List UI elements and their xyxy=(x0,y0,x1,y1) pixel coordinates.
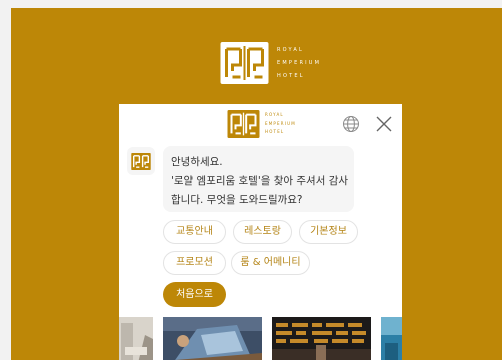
quick-reply-basic-info[interactable]: 기본정보 xyxy=(299,220,358,244)
language-button[interactable] xyxy=(342,115,360,133)
header-wordmark-line-1: ROYAL xyxy=(265,112,284,117)
hotel-logo-icon xyxy=(131,152,151,170)
quick-reply-restaurant[interactable]: 레스토랑 xyxy=(233,220,292,244)
hotel-wordmark: ROYAL EMPERIUM HOTEL xyxy=(277,44,321,82)
chatbot-widget: ROYAL EMPERIUM HOTEL 안녕하세요. '로얄 엠포리움 호텔'… xyxy=(119,104,402,360)
header-wordmark-line-2: EMPERIUM xyxy=(265,120,296,126)
carousel-card-2[interactable] xyxy=(163,317,262,360)
hotel-logo: ROYAL EMPERIUM HOTEL xyxy=(220,42,321,84)
quick-reply-rooms-amenities[interactable]: 룸 & 어메니티 xyxy=(231,251,310,275)
carousel-image-3 xyxy=(272,317,371,360)
hotel-logo-mark-small xyxy=(227,110,260,138)
home-button[interactable]: 처음으로 xyxy=(163,282,226,307)
greeting-message: 안녕하세요. '로얄 엠포리움 호텔'을 찾아 주셔서 감사 합니다. 무엇을 … xyxy=(163,146,354,212)
chatbot-header-logo: ROYAL EMPERIUM HOTEL xyxy=(227,110,296,138)
carousel-image-2 xyxy=(163,317,262,360)
quick-reply-promotion[interactable]: 프로모션 xyxy=(163,251,226,275)
carousel-card-3[interactable] xyxy=(272,317,371,360)
greeting-line-1: 안녕하세요. xyxy=(171,156,223,168)
quick-reply-transportation[interactable]: 교통안내 xyxy=(163,220,226,244)
greeting-line-2: '로얄 엠포리움 호텔'을 찾아 주셔서 감사 xyxy=(171,175,349,187)
hotel-logo-mark xyxy=(220,42,269,84)
bot-avatar xyxy=(127,147,155,175)
wordmark-line-1: ROYAL xyxy=(277,47,305,53)
chatbot-header-wordmark: ROYAL EMPERIUM HOTEL xyxy=(265,111,296,137)
close-icon xyxy=(376,116,392,132)
header-wordmark-line-3: HOTEL xyxy=(265,129,285,135)
carousel-card-1[interactable] xyxy=(119,317,153,360)
greeting-line-3: 합니다. 무엇을 도와드릴까요? xyxy=(171,194,303,206)
wordmark-line-3: HOTEL xyxy=(277,73,305,79)
carousel-image-1 xyxy=(119,317,153,360)
wordmark-line-2: EMPERIUM xyxy=(277,60,322,66)
carousel-image-4 xyxy=(381,317,402,360)
globe-icon xyxy=(343,116,359,132)
carousel-card-4[interactable] xyxy=(381,317,402,360)
close-button[interactable] xyxy=(376,116,392,132)
